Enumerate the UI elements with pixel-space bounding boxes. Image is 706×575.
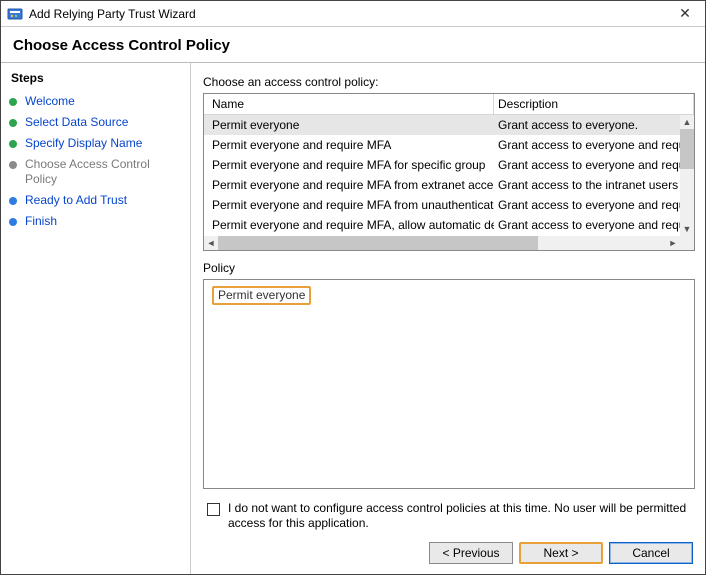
step-label: Specify Display Name: [25, 136, 142, 151]
titlebar: Add Relying Party Trust Wizard ✕: [1, 1, 705, 27]
step-bullet-icon: [9, 161, 17, 169]
wizard-buttons: < Previous Next > Cancel: [203, 538, 695, 566]
steps-heading: Steps: [1, 67, 190, 91]
column-header-description[interactable]: Description: [494, 94, 694, 114]
main-panel: Choose an access control policy: Name De…: [191, 63, 705, 574]
policy-row-description: Grant access to the intranet users and: [494, 175, 680, 195]
step-label: Welcome: [25, 94, 75, 109]
close-icon[interactable]: ✕: [665, 5, 705, 22]
step-label: Choose Access Control Policy: [25, 157, 180, 187]
step-item: Choose Access Control Policy: [1, 154, 190, 190]
scroll-thumb-h[interactable]: [218, 236, 538, 250]
policy-label: Policy: [203, 261, 695, 275]
step-item[interactable]: Ready to Add Trust: [1, 190, 190, 211]
cancel-button[interactable]: Cancel: [609, 542, 693, 564]
policy-list-prompt: Choose an access control policy:: [203, 75, 695, 89]
step-item[interactable]: Select Data Source: [1, 112, 190, 133]
skip-acp-option[interactable]: I do not want to configure access contro…: [203, 497, 695, 538]
policy-row[interactable]: Permit everyone and require MFA for spec…: [204, 155, 680, 175]
wizard-window: Add Relying Party Trust Wizard ✕ Choose …: [0, 0, 706, 575]
policy-row-description: Grant access to everyone and require MFA: [494, 155, 680, 175]
scroll-down-icon[interactable]: ▼: [680, 222, 694, 236]
policy-row-name: Permit everyone and require MFA: [204, 135, 494, 155]
window-title: Add Relying Party Trust Wizard: [29, 7, 665, 21]
scroll-thumb-v[interactable]: [680, 129, 694, 169]
step-bullet-icon: [9, 218, 17, 226]
policy-row-name: Permit everyone and require MFA, allow a…: [204, 215, 494, 235]
step-bullet-icon: [9, 119, 17, 127]
selected-policy-text: Permit everyone: [212, 286, 311, 305]
step-item[interactable]: Finish: [1, 211, 190, 232]
policy-list-vscrollbar[interactable]: ▲ ▼: [680, 115, 694, 236]
policy-row[interactable]: Permit everyone and require MFAGrant acc…: [204, 135, 680, 155]
policy-row-description: Grant access to everyone and require MFA: [494, 135, 680, 155]
policy-row-name: Permit everyone: [204, 115, 494, 135]
step-label: Finish: [25, 214, 57, 229]
policy-listbox[interactable]: Name Description Permit everyoneGrant ac…: [203, 93, 695, 251]
previous-button[interactable]: < Previous: [429, 542, 513, 564]
app-icon: [7, 6, 23, 22]
policy-row-description: Grant access to everyone.: [494, 115, 680, 135]
column-header-name[interactable]: Name: [204, 94, 494, 114]
steps-sidebar: Steps Welcome Select Data Source Specify D…: [1, 63, 191, 574]
policy-row-name: Permit everyone and require MFA from una…: [204, 195, 494, 215]
next-button[interactable]: Next >: [519, 542, 603, 564]
policy-row[interactable]: Permit everyoneGrant access to everyone.: [204, 115, 680, 135]
policy-row[interactable]: Permit everyone and require MFA from una…: [204, 195, 680, 215]
skip-acp-checkbox[interactable]: [207, 503, 220, 516]
policy-details-box: Permit everyone: [203, 279, 695, 489]
policy-row-name: Permit everyone and require MFA for spec…: [204, 155, 494, 175]
step-bullet-icon: [9, 140, 17, 148]
step-item[interactable]: Specify Display Name: [1, 133, 190, 154]
policy-row-description: Grant access to everyone and require MFA: [494, 195, 680, 215]
skip-acp-label: I do not want to configure access contro…: [228, 501, 693, 532]
step-label: Select Data Source: [25, 115, 128, 130]
scroll-left-icon[interactable]: ◄: [204, 236, 218, 250]
scroll-right-icon[interactable]: ►: [666, 236, 680, 250]
policy-row[interactable]: Permit everyone and require MFA, allow a…: [204, 215, 680, 235]
step-bullet-icon: [9, 197, 17, 205]
policy-list-hscrollbar[interactable]: ◄ ►: [204, 236, 680, 250]
policy-list-header: Name Description: [204, 94, 694, 115]
step-item[interactable]: Welcome: [1, 91, 190, 112]
policy-row[interactable]: Permit everyone and require MFA from ext…: [204, 175, 680, 195]
policy-row-name: Permit everyone and require MFA from ext…: [204, 175, 494, 195]
step-label: Ready to Add Trust: [25, 193, 127, 208]
policy-row-description: Grant access to everyone and require MFA: [494, 215, 680, 235]
step-bullet-icon: [9, 98, 17, 106]
scroll-up-icon[interactable]: ▲: [680, 115, 694, 129]
page-title: Choose Access Control Policy: [1, 27, 705, 63]
